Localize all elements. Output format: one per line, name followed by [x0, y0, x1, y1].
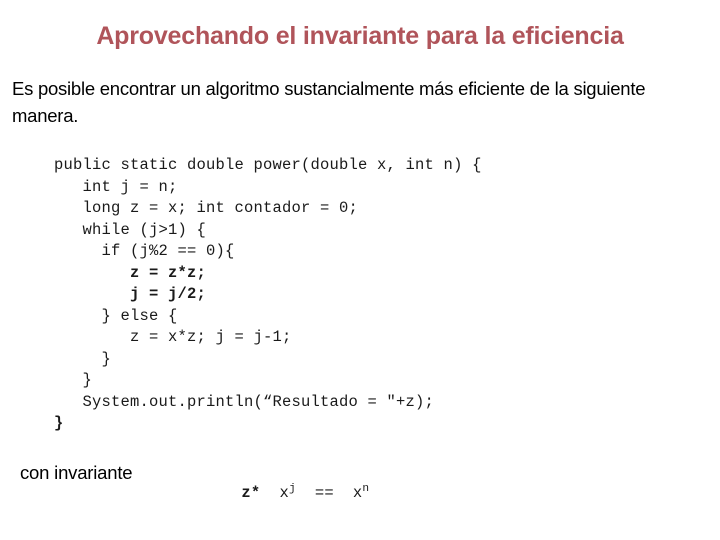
code-line: while (j>1) {	[54, 220, 207, 239]
invariant-exponent-1: j	[288, 482, 296, 495]
code-line: z = z*z;	[54, 263, 207, 282]
code-line: int j = n;	[54, 177, 178, 196]
code-line: }	[54, 371, 93, 389]
invariant-exponent-2: n	[362, 482, 370, 495]
invariant-term-z-star: z*	[241, 484, 261, 502]
code-line: long z = x; int contador = 0;	[54, 199, 359, 217]
code-line: }	[54, 349, 112, 368]
invariant-operator: ==	[314, 484, 334, 502]
slide-canvas: Aprovechando el invariante para la efici…	[0, 0, 720, 540]
code-line: z = x*z; j = j-1;	[54, 328, 292, 346]
invariant-base-2: x	[352, 484, 363, 502]
code-line: }	[54, 414, 64, 432]
invariant-label: con invariante	[20, 462, 133, 483]
body-paragraph: Es posible encontrar un algoritmo sustan…	[12, 78, 646, 126]
code-line: j = j/2;	[54, 285, 207, 303]
invariant-row: con invariante z* xj == xn	[20, 462, 369, 520]
invariant-expression: z* xj == xn	[184, 466, 369, 520]
code-line: if (j%2 == 0){	[54, 242, 235, 260]
code-line: System.out.println(“Resultado = "+z);	[54, 392, 435, 411]
code-line: public static double power(double x, int…	[54, 156, 482, 174]
page-title: Aprovechando el invariante para la efici…	[96, 22, 624, 50]
code-line: } else {	[54, 306, 178, 325]
code-block: public static double power(double x, int…	[54, 155, 482, 435]
invariant-base-1: x	[279, 484, 289, 502]
